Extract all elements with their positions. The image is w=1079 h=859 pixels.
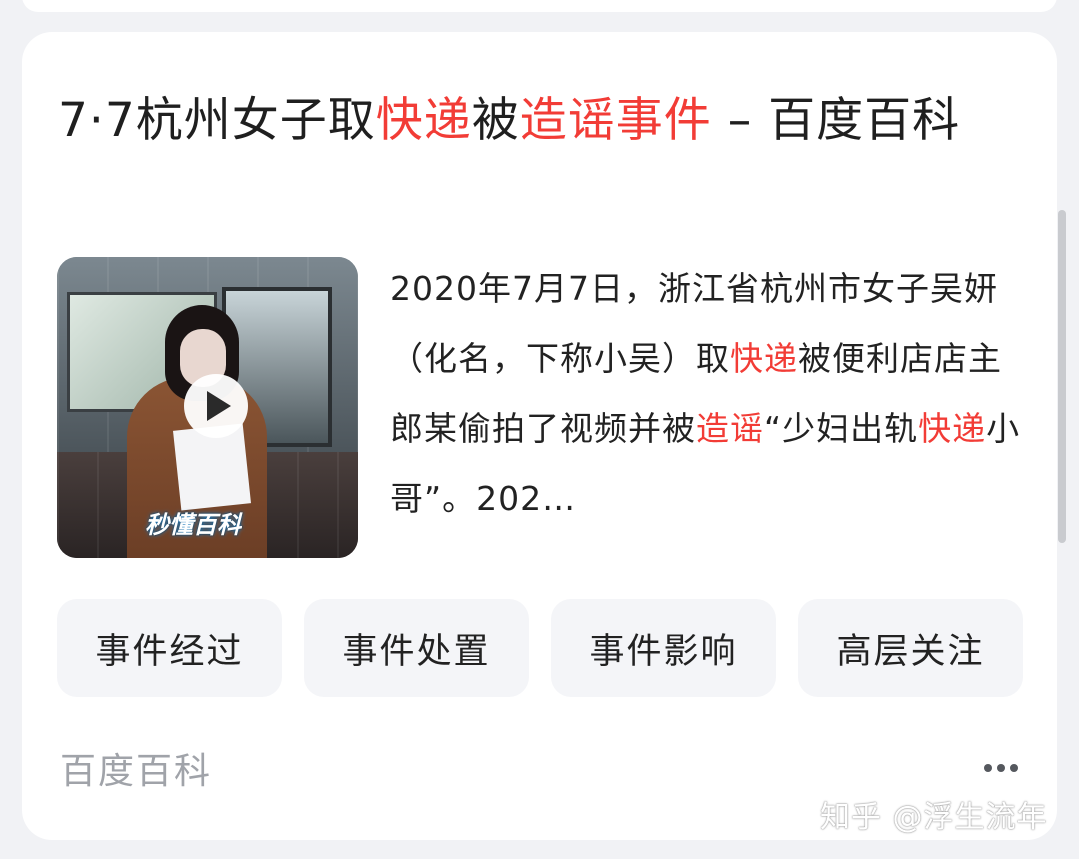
- search-result-card[interactable]: 7·7杭州女子取快递被造谣事件 – 百度百科 秒懂百科 2020年7月7日，浙江…: [22, 32, 1057, 840]
- play-icon[interactable]: [184, 374, 248, 438]
- title-part: 被: [471, 93, 520, 148]
- title-part-highlight: 造谣事件: [519, 93, 712, 148]
- source-label[interactable]: 百度百科: [60, 742, 212, 794]
- tag-event-impact[interactable]: 事件影响: [551, 599, 776, 697]
- tag-event-handling[interactable]: 事件处置: [304, 599, 529, 697]
- video-thumbnail[interactable]: 秒懂百科: [57, 257, 358, 558]
- desc-part: “少妇出轨: [764, 409, 919, 448]
- tag-high-level-attention[interactable]: 高层关注: [798, 599, 1023, 697]
- tag-event-process[interactable]: 事件经过: [57, 599, 282, 697]
- title-part: 7·7杭州女子取: [58, 93, 376, 148]
- title-part-highlight: 快递: [375, 93, 472, 148]
- result-description: 2020年7月7日，浙江省杭州市女子吴妍（化名，下称小吴）取快递被便利店店主郎某…: [390, 254, 1030, 534]
- desc-part-highlight: 快递: [730, 339, 798, 378]
- subtopic-tags: 事件经过 事件处置 事件影响 高层关注: [57, 599, 1023, 697]
- result-title[interactable]: 7·7杭州女子取快递被造谣事件 – 百度百科: [58, 84, 1028, 158]
- zhihu-watermark: 知乎 @浮生流年: [820, 800, 1048, 835]
- more-dots-icon[interactable]: [984, 762, 1018, 774]
- title-part: – 百度百科: [711, 93, 961, 148]
- desc-part-highlight: 造谣: [696, 409, 764, 448]
- scrollbar[interactable]: [1058, 210, 1066, 543]
- previous-result-card: [22, 0, 1057, 12]
- miaodong-baike-logo: 秒懂百科: [145, 511, 241, 539]
- desc-part-highlight: 快递: [918, 409, 987, 448]
